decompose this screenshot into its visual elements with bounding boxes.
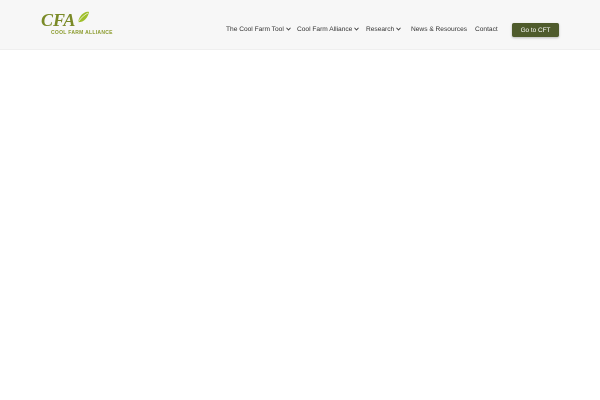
site-header: CFA COOL FARM ALLIANCE The Cool Farm Too…: [0, 0, 600, 50]
nav-item-label: News & Resources: [411, 25, 468, 33]
nav-item-cool-farm-tool[interactable]: The Cool Farm Tool: [226, 22, 291, 36]
nav-item-label: The Cool Farm Tool: [226, 25, 284, 33]
nav-item-cool-farm-alliance[interactable]: Cool Farm Alliance: [297, 22, 360, 36]
cfa-logo[interactable]: CFA COOL FARM ALLIANCE: [40, 8, 113, 40]
go-to-cft-button[interactable]: Go to CFT: [512, 23, 559, 37]
nav-item-label: Research: [366, 25, 395, 33]
nav-item-label: Cool Farm Alliance: [297, 25, 353, 33]
main-content: [0, 51, 600, 400]
chevron-down-icon: [285, 27, 291, 31]
nav-item-news-resources[interactable]: News & Resources: [411, 22, 467, 36]
svg-text:CFA: CFA: [41, 10, 75, 30]
chevron-down-icon: [396, 27, 402, 31]
nav-item-contact[interactable]: Contact: [475, 22, 498, 36]
chevron-down-icon: [354, 27, 360, 31]
nav-item-research[interactable]: Research: [366, 22, 402, 36]
nav-item-label: Contact: [475, 25, 498, 33]
logo-subtitle: COOL FARM ALLIANCE: [51, 30, 113, 36]
